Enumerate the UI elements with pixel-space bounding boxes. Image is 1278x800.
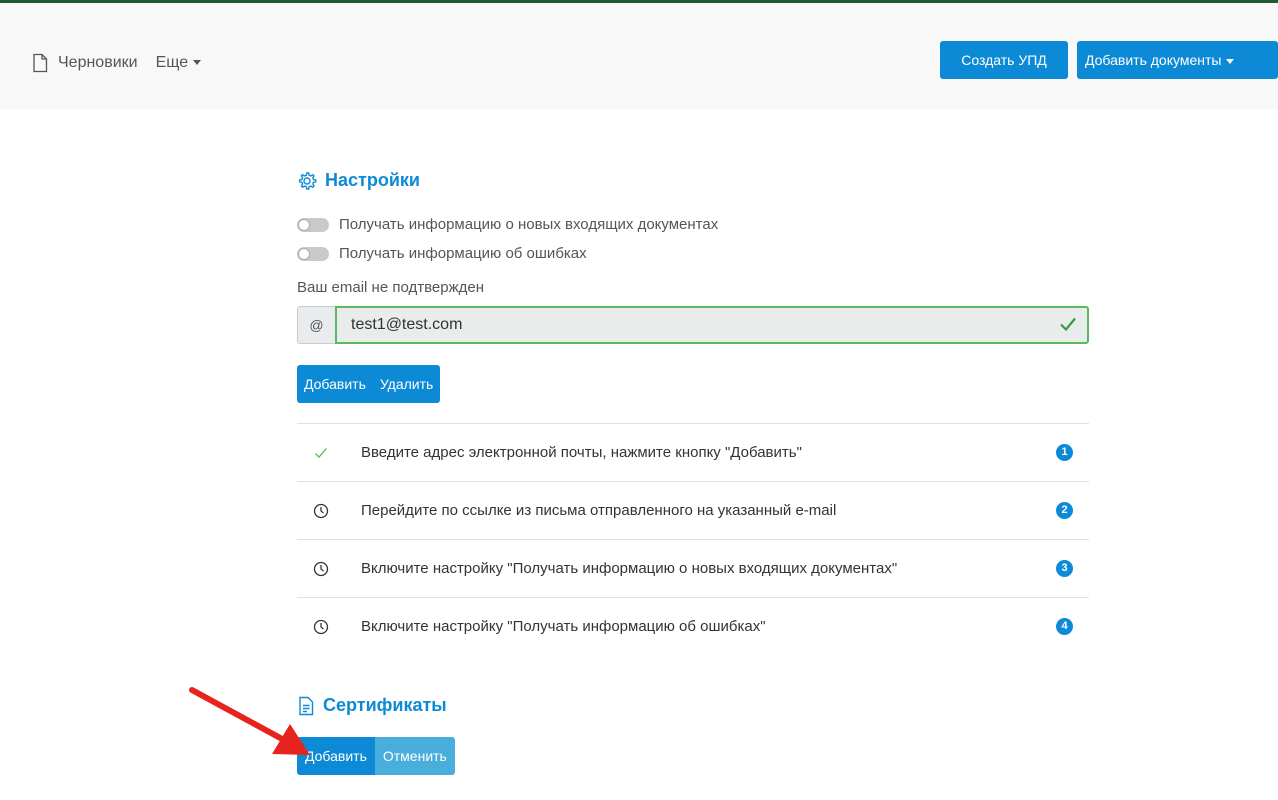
navbar: Черновики Еще Создать УПД Добавить докум… [0,3,1278,109]
email-input[interactable] [335,306,1089,344]
gear-icon [298,171,317,190]
step-text: Включите настройку "Получать информацию … [361,560,898,577]
list-item: Включите настройку "Получать информацию … [297,597,1089,655]
chevron-down-icon [1226,58,1235,64]
nav-more-label: Еще [155,54,189,71]
nav-left: Черновики Еще [30,53,202,73]
annotation-arrow-icon [189,687,310,755]
at-sign-addon: @ [297,306,335,344]
step-number-badge: 4 [1056,618,1073,635]
settings-title-text: Настройки [325,170,420,190]
clock-icon [311,561,331,577]
list-item: Перейдите по ссылке из письма отправленн… [297,481,1089,539]
toggle-incoming-label: Получать информацию о новых входящих док… [339,216,719,233]
toggle-errors-label: Получать информацию об ошибках [339,245,587,262]
certificates-button-group: Добавить Отменить [297,737,455,775]
settings-title: Настройки [297,170,420,191]
toggle-row-incoming: Получать информацию о новых входящих док… [297,216,718,233]
steps-list: Введите адрес электронной почты, нажмите… [297,423,1089,655]
list-item: Введите адрес электронной почты, нажмите… [297,423,1089,481]
certificates-title-text: Сертификаты [323,695,447,715]
check-icon [1060,317,1076,332]
email-add-button[interactable]: Добавить [297,365,373,403]
toggle-errors[interactable] [297,246,329,261]
step-number-badge: 2 [1056,502,1073,519]
step-text: Включите настройку "Получать информацию … [361,618,766,635]
step-text: Перейдите по ссылке из письма отправленн… [361,502,837,519]
email-button-group: Добавить Удалить [297,365,441,403]
email-delete-button[interactable]: Удалить [372,365,441,403]
clock-icon [311,619,331,635]
list-item: Включите настройку "Получать информацию … [297,539,1089,597]
toggle-row-errors: Получать информацию об ошибках [297,245,587,262]
check-icon [311,447,331,459]
step-number-badge: 3 [1056,560,1073,577]
add-documents-button[interactable]: Добавить документы [1077,41,1278,79]
toggle-knob [298,218,310,231]
chevron-down-icon [193,60,202,66]
step-number-badge: 1 [1056,444,1073,461]
nav-drafts-link[interactable]: Черновики [58,54,138,72]
clock-icon [311,503,331,519]
toggle-knob [298,247,310,260]
email-input-group: @ [297,306,1089,344]
create-upd-button[interactable]: Создать УПД [940,41,1068,79]
nav-more-dropdown[interactable]: Еще [156,54,202,72]
step-text: Введите адрес электронной почты, нажмите… [361,444,802,461]
document-icon [33,53,48,73]
toggle-incoming-documents[interactable] [297,217,329,232]
certificate-cancel-button[interactable]: Отменить [374,737,455,775]
add-documents-label: Добавить документы [1085,52,1222,68]
certificates-title: Сертификаты [297,695,447,716]
email-status-label: Ваш email не подтвержден [297,279,485,296]
